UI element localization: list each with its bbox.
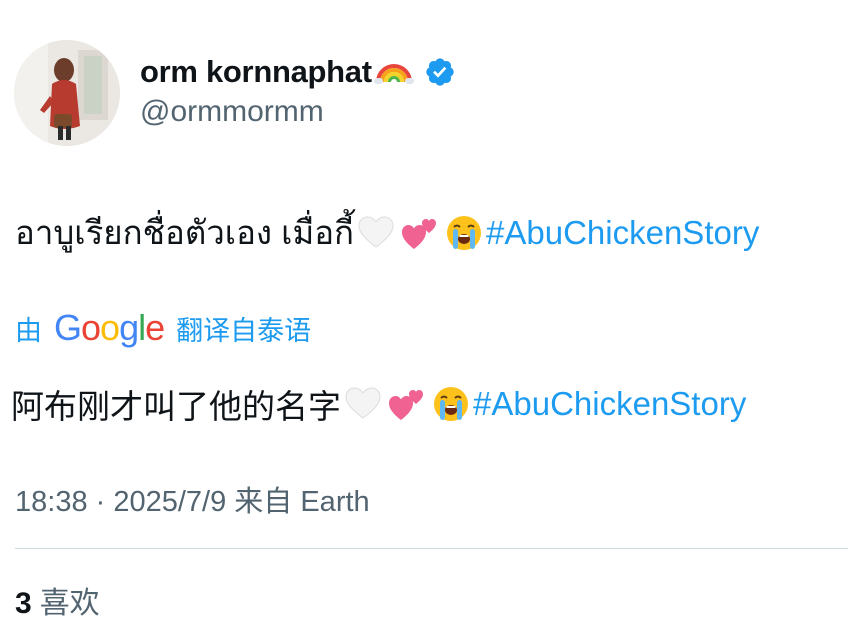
likes-label: 喜欢: [39, 587, 100, 620]
divider: [15, 548, 848, 549]
likes-stat[interactable]: 3 喜欢: [15, 578, 100, 622]
translation-source-label[interactable]: 翻译自泰语: [176, 309, 311, 348]
loudly-crying-face-icon: [431, 384, 471, 424]
tweet-body: อาบูเรียกชื่อตัวเอง เมื่อกี้: [15, 214, 355, 251]
likes-count: 3: [15, 587, 32, 620]
display-name-text: orm kornnaphat: [140, 54, 372, 89]
translated-body: 阿布刚才叫了他的名字: [11, 388, 341, 425]
white-heart-icon: [343, 384, 383, 424]
translated-text: 阿布刚才叫了他的名字 #AbuChickenStory: [11, 380, 746, 428]
loudly-crying-face-icon: [444, 213, 484, 253]
google-logo: Google: [54, 307, 165, 348]
two-hearts-icon: [400, 213, 440, 253]
display-name[interactable]: orm kornnaphat: [140, 50, 456, 94]
translation-attribution[interactable]: 由 Google 翻译自泰语: [15, 306, 311, 350]
verified-badge-icon[interactable]: [424, 56, 456, 88]
two-hearts-icon: [387, 384, 427, 424]
translated-hashtag-link[interactable]: #AbuChickenStory: [473, 385, 746, 423]
tweet-timestamp[interactable]: 18:38 · 2025/7/9 来自 Earth: [15, 478, 370, 520]
tweet-hashtag-link[interactable]: #AbuChickenStory: [486, 214, 759, 252]
white-heart-icon: [356, 213, 396, 253]
avatar[interactable]: [14, 40, 120, 146]
user-handle[interactable]: @ormmormm: [140, 95, 324, 129]
rainbow-icon: [373, 52, 414, 92]
translated-by-label: 由: [15, 315, 42, 346]
tweet-text: อาบูเรียกชื่อตัวเอง เมื่อกี้ #AbuChicken…: [15, 206, 759, 259]
